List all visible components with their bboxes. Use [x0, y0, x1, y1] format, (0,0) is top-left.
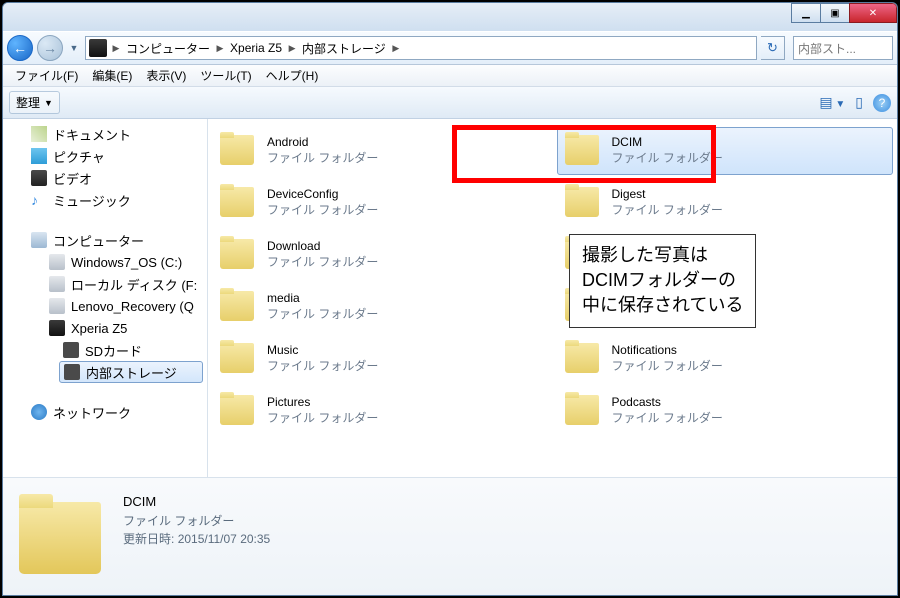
folder-icon [13, 488, 109, 580]
folder-item[interactable]: mediaファイル フォルダー [212, 283, 549, 331]
folder-item[interactable]: Digestファイル フォルダー [557, 179, 894, 227]
folder-icon [217, 287, 259, 327]
storage-icon [64, 364, 80, 380]
vid-icon [31, 170, 47, 186]
mus-icon: ♪ [31, 192, 47, 208]
drive-icon [49, 298, 65, 314]
tree-item[interactable]: ビデオ [3, 167, 207, 189]
details-pane: DCIM ファイル フォルダー 更新日時: 2015/11/07 20:35 [3, 477, 897, 595]
search-input[interactable]: 内部スト... [793, 36, 893, 60]
folder-item[interactable]: Downloadファイル フォルダー [212, 231, 549, 279]
drive-icon [49, 254, 65, 270]
titlebar[interactable]: ▁ ▣ ✕ [3, 3, 897, 31]
minimize-button[interactable]: ▁ [791, 3, 821, 23]
tree-computer[interactable]: コンピューター [3, 229, 207, 251]
details-modified: 更新日時: 2015/11/07 20:35 [123, 530, 270, 548]
toolbar: 整理▼ ▤ ▼ ▯ ? [3, 87, 897, 119]
doc-icon [31, 126, 47, 142]
tree-network[interactable]: ネットワーク [3, 401, 207, 423]
menu-help[interactable]: ヘルプ(H) [260, 65, 325, 86]
details-name: DCIM [123, 492, 270, 512]
maximize-button[interactable]: ▣ [820, 3, 850, 23]
tree-item[interactable]: ピクチャ [3, 145, 207, 167]
folder-item[interactable]: Musicファイル フォルダー [212, 335, 549, 383]
breadcrumb[interactable]: コンピューター [123, 37, 213, 59]
close-button[interactable]: ✕ [849, 3, 897, 23]
device-icon [89, 39, 107, 57]
tree-item[interactable]: 内部ストレージ [59, 361, 203, 383]
tree-item[interactable]: SDカード [3, 339, 207, 361]
explorer-window: ▁ ▣ ✕ ← → ▼ ▶ コンピューター ▶ Xperia Z5 ▶ 内部スト… [2, 2, 898, 596]
help-button[interactable]: ? [873, 94, 891, 112]
nav-row: ← → ▼ ▶ コンピューター ▶ Xperia Z5 ▶ 内部ストレージ ▶ … [3, 31, 897, 65]
preview-pane-button[interactable]: ▯ [855, 94, 863, 111]
storage-icon [63, 342, 79, 358]
breadcrumb[interactable]: 内部ストレージ [299, 37, 389, 59]
address-bar[interactable]: ▶ コンピューター ▶ Xperia Z5 ▶ 内部ストレージ ▶ [85, 36, 757, 60]
folder-item[interactable]: Androidファイル フォルダー [212, 127, 549, 175]
navigation-tree[interactable]: ドキュメントピクチャビデオ♪ミュージック コンピューター Windows7_OS… [3, 119, 208, 477]
breadcrumb[interactable]: Xperia Z5 [227, 37, 285, 59]
folder-icon [562, 391, 604, 431]
details-type: ファイル フォルダー [123, 512, 270, 530]
history-dropdown[interactable]: ▼ [67, 39, 81, 57]
folder-icon [217, 183, 259, 223]
pic-icon [31, 148, 47, 164]
chevron-right-icon[interactable]: ▶ [285, 43, 299, 54]
drive-icon [49, 276, 65, 292]
view-options-button[interactable]: ▤ ▼ [819, 94, 845, 111]
organize-button[interactable]: 整理▼ [9, 91, 60, 114]
folder-icon [217, 131, 259, 171]
tree-item[interactable]: ♪ミュージック [3, 189, 207, 211]
chevron-right-icon[interactable]: ▶ [213, 43, 227, 54]
annotation-callout: 撮影した写真は DCIMフォルダーの 中に保存されている [569, 234, 756, 328]
folder-icon [217, 235, 259, 275]
folder-item[interactable]: Podcastsファイル フォルダー [557, 387, 894, 435]
back-button[interactable]: ← [7, 35, 33, 61]
tree-item[interactable]: Windows7_OS (C:) [3, 251, 207, 273]
folder-icon [217, 391, 259, 431]
drive-icon [49, 320, 65, 336]
folder-item[interactable]: DCIMファイル フォルダー [557, 127, 894, 175]
tree-item[interactable]: Lenovo_Recovery (Q [3, 295, 207, 317]
menu-tools[interactable]: ツール(T) [194, 65, 257, 86]
menu-edit[interactable]: 編集(E) [86, 65, 138, 86]
folder-view[interactable]: Androidファイル フォルダーDCIMファイル フォルダーDeviceCon… [208, 119, 897, 477]
chevron-right-icon[interactable]: ▶ [389, 43, 403, 54]
tree-item[interactable]: ドキュメント [3, 123, 207, 145]
folder-icon [562, 339, 604, 379]
menu-view[interactable]: 表示(V) [140, 65, 192, 86]
folder-icon [562, 131, 604, 171]
chevron-right-icon[interactable]: ▶ [109, 43, 123, 54]
folder-icon [217, 339, 259, 379]
forward-button[interactable]: → [37, 35, 63, 61]
folder-item[interactable]: Picturesファイル フォルダー [212, 387, 549, 435]
folder-item[interactable]: Notificationsファイル フォルダー [557, 335, 894, 383]
folder-item[interactable]: DeviceConfigファイル フォルダー [212, 179, 549, 227]
network-icon [31, 404, 47, 420]
menu-file[interactable]: ファイル(F) [9, 65, 84, 86]
tree-item[interactable]: Xperia Z5 [3, 317, 207, 339]
computer-icon [31, 232, 47, 248]
folder-icon [562, 183, 604, 223]
tree-item[interactable]: ローカル ディスク (F: [3, 273, 207, 295]
refresh-button[interactable]: ↻ [761, 36, 785, 60]
menu-bar: ファイル(F) 編集(E) 表示(V) ツール(T) ヘルプ(H) [3, 65, 897, 87]
